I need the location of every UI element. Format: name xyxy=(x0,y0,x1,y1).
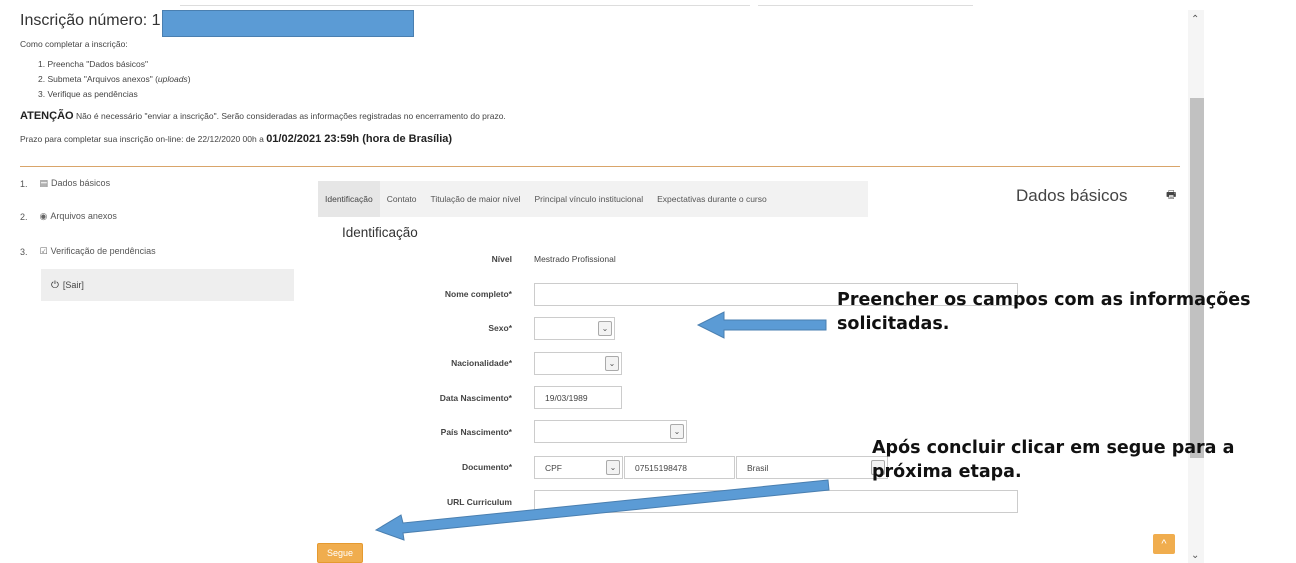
annotation-fill-fields: Preencher os campos com as informações s… xyxy=(837,290,1251,334)
arrow-to-fields xyxy=(696,311,827,339)
arrow-to-segue xyxy=(374,479,830,541)
annotation-next-step: Após concluir clicar em segue para a pró… xyxy=(872,438,1235,482)
